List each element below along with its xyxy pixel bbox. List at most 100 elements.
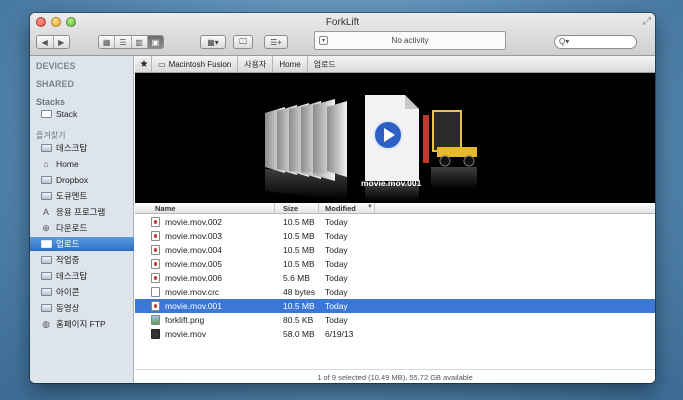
action-menu-button[interactable]: ▦▾ [200, 35, 226, 49]
sidebar-item-desktop[interactable]: 데스크탑 [30, 141, 134, 155]
back-button[interactable]: ◀ [37, 36, 54, 48]
activity-field[interactable]: ▾ No activity [314, 31, 506, 50]
file-row[interactable]: movie.mov.005 10.5 MB Today [135, 257, 655, 271]
column-divider[interactable] [374, 203, 375, 214]
folder-icon [40, 287, 52, 297]
sort-descending-icon: ▼ [367, 204, 373, 210]
view-mode-switcher: ▦ ☰ ▥ ▣ [98, 35, 164, 49]
home-icon: ⌂ [43, 159, 49, 169]
file-name: movie.mov [165, 329, 207, 339]
path-bar: ★ ▭ Macintosh Fusion 사용자 Home 업로드 [135, 55, 655, 73]
path-segment-home[interactable]: Home [272, 55, 306, 73]
file-list-header: Name Size Modified ▼ [135, 203, 655, 214]
forward-button[interactable]: ▶ [53, 36, 69, 48]
file-row[interactable]: movie.mov.002 10.5 MB Today [135, 215, 655, 229]
file-modified: Today [325, 217, 348, 227]
sidebar-item-documents[interactable]: 도큐멘트 [30, 189, 134, 203]
file-row[interactable]: movie.mov.006 5.6 MB Today [135, 271, 655, 285]
file-size: 10.5 MB [283, 231, 315, 241]
path-segment-volume[interactable]: ▭ Macintosh Fusion [151, 55, 237, 73]
sidebar-item-ftp[interactable]: ◍ 홈페이지 FTP [30, 317, 134, 331]
search-icon: Q▾ [559, 37, 570, 46]
column-divider[interactable] [318, 203, 319, 214]
path-segment-label: Home [279, 59, 301, 69]
sidebar-item-desktop-2[interactable]: 데스크탑 [30, 269, 134, 283]
file-row[interactable]: movie.mov.004 10.5 MB Today [135, 243, 655, 257]
sidebar-section-shared[interactable]: SHARED [36, 79, 74, 89]
movie-file-icon [151, 231, 160, 241]
sidebar-section-favorites[interactable]: 즐겨찾기 [36, 130, 65, 141]
file-modified: Today [325, 273, 348, 283]
file-name: movie.mov.crc [165, 287, 220, 297]
sidebar-item-uploads[interactable]: 업로드 [30, 237, 134, 251]
sidebar-section-stacks[interactable]: Stacks [36, 97, 65, 107]
sidebar-item-applications[interactable]: A 응용 프로그램 [30, 205, 134, 219]
file-row[interactable]: movie.mov.003 10.5 MB Today [135, 229, 655, 243]
movie-file-icon [151, 245, 160, 255]
image-file-icon [151, 315, 160, 325]
column-header-size[interactable]: Size [283, 204, 298, 213]
connect-button[interactable]: 🖵 [233, 35, 253, 49]
file-name: movie.mov.003 [165, 231, 223, 241]
sidebar-item-working[interactable]: 작업중 [30, 253, 134, 267]
file-modified: Today [325, 245, 348, 255]
sidebar-item-home[interactable]: ⌂ Home [30, 157, 134, 171]
status-bar: 1 of 9 selected (10.49 MB), 55.72 GB ava… [135, 369, 655, 383]
add-favorite-button[interactable]: ☰+ [264, 35, 288, 49]
coverflow-preview[interactable]: movie.mov.001 [135, 73, 655, 203]
file-name: movie.mov.004 [165, 245, 223, 255]
file-modified: Today [325, 315, 348, 325]
column-header-modified[interactable]: Modified [325, 204, 356, 213]
sidebar-item-label: 다운로드 [56, 223, 88, 233]
movie-file-icon [151, 301, 160, 311]
file-size: 48 bytes [283, 287, 316, 297]
path-segment-uploads[interactable]: 업로드 [306, 55, 342, 73]
icon-view-button[interactable]: ▦ [99, 36, 116, 48]
stack-icon [40, 109, 52, 119]
file-size: 10.5 MB [283, 217, 315, 227]
sidebar-item-label: 응용 프로그램 [56, 207, 106, 217]
movie-file-icon [151, 273, 160, 283]
sidebar-item-label: 데스크탑 [56, 143, 88, 153]
sidebar-item-downloads[interactable]: ⊕ 다운로드 [30, 221, 134, 235]
path-segment-users[interactable]: 사용자 [237, 55, 272, 73]
sidebar-item-label: 데스크탑 [56, 271, 88, 281]
movie-file-icon [151, 259, 160, 269]
file-modified: Today [325, 231, 348, 241]
sidebar-item-label: Dropbox [56, 175, 89, 185]
sidebar-item-stack[interactable]: Stack [30, 107, 134, 121]
window-title: ForkLift [325, 17, 360, 28]
sidebar-item-movies[interactable]: 동영상 [30, 301, 134, 315]
file-size: 80.5 KB [283, 315, 314, 325]
preview-caption: movie.mov.001 [361, 178, 422, 188]
file-row[interactable]: movie.mov 58.0 MB 6/19/13 [135, 327, 655, 341]
file-row[interactable]: movie.mov.crc 48 bytes Today [135, 285, 655, 299]
sidebar-item-label: Home [56, 159, 79, 169]
sidebar-item-label: 동영상 [56, 303, 80, 313]
sidebar-item-icons[interactable]: 아이콘 [30, 285, 134, 299]
sidebar-item-dropbox[interactable]: Dropbox [30, 173, 134, 187]
file-row-selected[interactable]: movie.mov.001 10.5 MB Today [135, 299, 655, 313]
file-modified: Today [325, 301, 348, 311]
coverflow-view-button[interactable]: ▣ [147, 36, 163, 48]
folder-icon [40, 255, 52, 265]
file-name: movie.mov.005 [165, 259, 223, 269]
movie-file-icon [151, 217, 160, 227]
sidebar-item-label: 홈페이지 FTP [56, 319, 106, 329]
sidebar-section-devices[interactable]: DEVICES [36, 61, 76, 71]
file-name: movie.mov.002 [165, 217, 223, 227]
list-view-button[interactable]: ☰ [115, 36, 132, 48]
file-row[interactable]: forklift.png 80.5 KB Today [135, 313, 655, 327]
search-input[interactable]: Q▾ [554, 35, 637, 49]
sidebar: DEVICES SHARED Stacks Stack 즐겨찾기 데스크탑 ⌂ … [30, 56, 134, 383]
column-view-button[interactable]: ▥ [131, 36, 148, 48]
favorite-star-icon[interactable]: ★ [137, 59, 151, 70]
column-header-name[interactable]: Name [155, 204, 175, 213]
path-segment-label: 사용자 [244, 59, 267, 69]
sidebar-item-label: 도큐멘트 [56, 191, 88, 201]
file-modified: Today [325, 259, 348, 269]
fullscreen-icon[interactable]: ⤢ [643, 16, 651, 27]
globe-icon: ◍ [42, 318, 50, 329]
column-divider[interactable] [274, 203, 275, 214]
file-size: 58.0 MB [283, 329, 315, 339]
